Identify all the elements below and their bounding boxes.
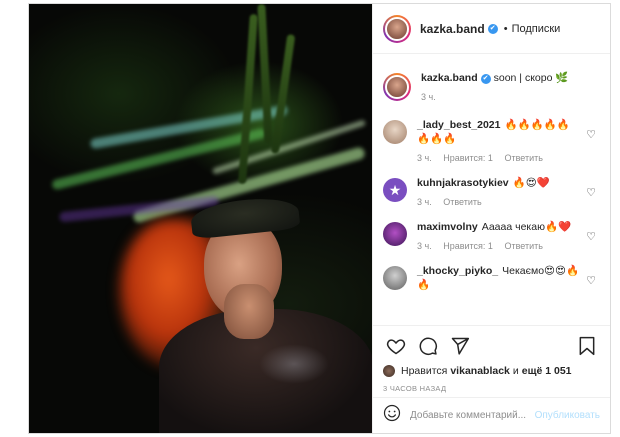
header-username[interactable]: kazka.band — [420, 22, 485, 36]
comment-text: Ааааа чекаю🔥❤️ — [481, 221, 572, 233]
post-side-panel: kazka.band ✔ • Подписки kazka.band ✔ soon … — [372, 4, 610, 433]
comment-time: 3 ч. — [417, 153, 432, 163]
comments-list: kazka.band ✔ soon | скоро 🌿 3 ч. _lady_bes… — [373, 55, 610, 325]
comment-time: 3 ч. — [417, 241, 432, 251]
comment-likes[interactable]: Нравится: 1 — [443, 153, 493, 163]
comment-item: maximvolny Ааааа чекаю🔥❤️ 3 ч. Нравится: … — [383, 220, 600, 253]
like-comment-heart-icon[interactable]: ♡ — [586, 230, 596, 243]
verified-icon: ✔ — [487, 23, 498, 34]
reply-button[interactable]: Ответить — [443, 197, 481, 207]
avatar — [383, 365, 395, 377]
comment-input[interactable]: Добавьте комментарий... — [410, 410, 535, 421]
instagram-post: kazka.band ✔ • Подписки kazka.band ✔ soon … — [28, 3, 611, 434]
hand — [224, 284, 274, 339]
emoji-icon[interactable] — [383, 404, 401, 427]
comment-username[interactable]: _khocky_piyko_ — [417, 265, 498, 277]
comment-icon[interactable] — [415, 333, 441, 359]
avatar[interactable] — [383, 222, 407, 246]
likes-summary: Нравится vikanablack и ещё 1 051 — [383, 365, 600, 377]
caption-username[interactable]: kazka.band — [421, 72, 478, 84]
post-photo[interactable] — [29, 4, 372, 433]
avatar[interactable] — [383, 73, 411, 101]
like-comment-heart-icon[interactable]: ♡ — [586, 274, 596, 287]
reply-button[interactable]: Ответить — [504, 153, 542, 163]
jacket-sheen — [259, 344, 329, 384]
avatar[interactable] — [383, 14, 411, 43]
caption-text: soon | скоро 🌿 — [493, 72, 569, 84]
likes-others[interactable]: ещё 1 051 — [522, 365, 572, 377]
add-comment-bar: Добавьте комментарий... Опубликовать — [373, 397, 610, 433]
comment-username[interactable]: maximvolny — [417, 221, 478, 233]
action-icons — [383, 332, 600, 360]
comment-item: _khocky_piyko_ Чекаємо😍😍🔥🔥 ♡ — [383, 264, 600, 292]
post-actions: Нравится vikanablack и ещё 1 051 3 ЧАСОВ… — [373, 325, 610, 393]
header-dot: • — [503, 22, 508, 35]
comment-item: _lady_best_2021 🔥🔥🔥🔥🔥🔥🔥🔥 3 ч. Нравится: 1… — [383, 118, 600, 165]
verified-icon: ✔ — [480, 74, 491, 84]
likes-prefix: Нравится — [401, 365, 448, 377]
avatar[interactable] — [383, 120, 407, 144]
heart-icon[interactable] — [383, 333, 409, 359]
post-header: kazka.band ✔ • Подписки — [373, 4, 610, 54]
reply-button[interactable]: Ответить — [504, 241, 542, 251]
comment-text: 🔥😍❤️ — [512, 177, 550, 189]
like-comment-heart-icon[interactable]: ♡ — [586, 186, 596, 199]
like-comment-heart-icon[interactable]: ♡ — [586, 128, 596, 141]
likes-user[interactable]: vikanablack — [450, 365, 510, 377]
comment-likes[interactable]: Нравится: 1 — [443, 241, 493, 251]
post-timestamp[interactable]: 3 ЧАСОВ НАЗАД — [383, 384, 600, 393]
share-icon[interactable] — [447, 333, 473, 359]
comment-time: 3 ч. — [417, 197, 432, 207]
follow-button[interactable]: Подписки — [512, 23, 561, 35]
caption: kazka.band ✔ soon | скоро 🌿 3 ч. — [383, 71, 600, 104]
comment-username[interactable]: _lady_best_2021 — [417, 119, 500, 131]
avatar[interactable]: ★ — [383, 178, 407, 202]
publish-button[interactable]: Опубликовать — [535, 410, 600, 421]
comment-username[interactable]: kuhnjakrasotykiev — [417, 177, 509, 189]
avatar[interactable] — [383, 266, 407, 290]
caption-time: 3 ч. — [421, 92, 436, 102]
likes-conj: и — [512, 365, 519, 377]
bookmark-icon[interactable] — [574, 333, 600, 359]
comment-item: ★ kuhnjakrasotykiev 🔥😍❤️ 3 ч. Ответить ♡ — [383, 176, 600, 209]
